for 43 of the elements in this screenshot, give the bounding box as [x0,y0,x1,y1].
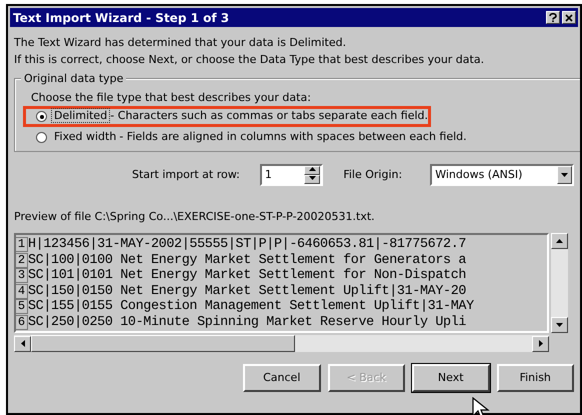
prompt-text: Choose the file type that best describes your data: [31,90,312,106]
start-row-spinner[interactable]: 1 [260,164,324,186]
window-title: Text Import Wizard - Step 1 of 3 [13,10,230,26]
radio-label[interactable]: Delimited [51,108,110,124]
close-button[interactable] [562,11,576,24]
row-number: 1 [16,237,28,252]
preview-line: SC|150|0150 Net Energy Market Settlement Uplift|31-MAY-20 [28,284,466,299]
row-number: 6 [16,314,28,330]
radio-button[interactable] [36,111,47,122]
spin-up-icon[interactable] [304,166,320,175]
intro-text: The Text Wizard has determined that your data is Delimited. [14,35,348,51]
preview-line: SC|101|0101 Net Energy Market Settlement for Non-Dispatch [28,268,466,284]
row-number: 2 [16,252,28,268]
preview-line: SC|155|0155 Congestion Management Settlement Uplift|31-MAY [28,299,474,314]
scroll-left-icon[interactable] [14,336,31,352]
help-button[interactable] [546,11,560,24]
scroll-down-icon[interactable] [551,317,568,333]
preview-line: H|123456|31-MAY-2002|55555|ST|P|P|-6460653.81|-81775672.7 [28,237,466,252]
scroll-right-icon[interactable] [532,336,549,352]
option-description: - Fields are aligned in columns with spaces between each field. [119,129,467,146]
dialog-button[interactable]: Cancel [243,364,320,392]
row-number: 4 [16,284,28,299]
radio-button[interactable] [36,132,47,143]
intro-text: If this is correct, choose Next, or choose the Data Type that best describes your data. [14,52,486,68]
group-label: Original data type [21,71,126,86]
field-label: File Origin: [343,166,402,183]
preview-line: SC|100|0100 Net Energy Market Settlement for Generators a [28,252,466,268]
close-icon [565,14,573,22]
preview-line: SC|250|0250 10-Minute Spinning Market Reserve Hourly Upli [28,314,466,330]
dialog-button[interactable]: Finish [496,364,574,392]
row-number: 3 [16,268,28,284]
option-description: - Characters such as commas or tabs separate each field. [110,108,428,124]
scroll-up-icon[interactable] [551,233,568,249]
spin-down-icon[interactable] [304,175,320,184]
row-number: 5 [16,299,28,314]
preview-label: Preview of file C:\Spring Co...\EXERCISE-one-ST-P-P-20020531.txt. [14,209,376,225]
vertical-scrollbar[interactable] [551,233,568,333]
dialog-button[interactable]: Next [412,364,490,392]
file-origin-dropdown[interactable]: Windows (ANSI) [430,164,574,186]
scroll-thumb[interactable] [31,335,295,352]
field-label: Start import at row: [132,166,240,183]
horizontal-scrollbar[interactable] [14,335,549,352]
radio-label[interactable]: Fixed width [51,129,120,144]
